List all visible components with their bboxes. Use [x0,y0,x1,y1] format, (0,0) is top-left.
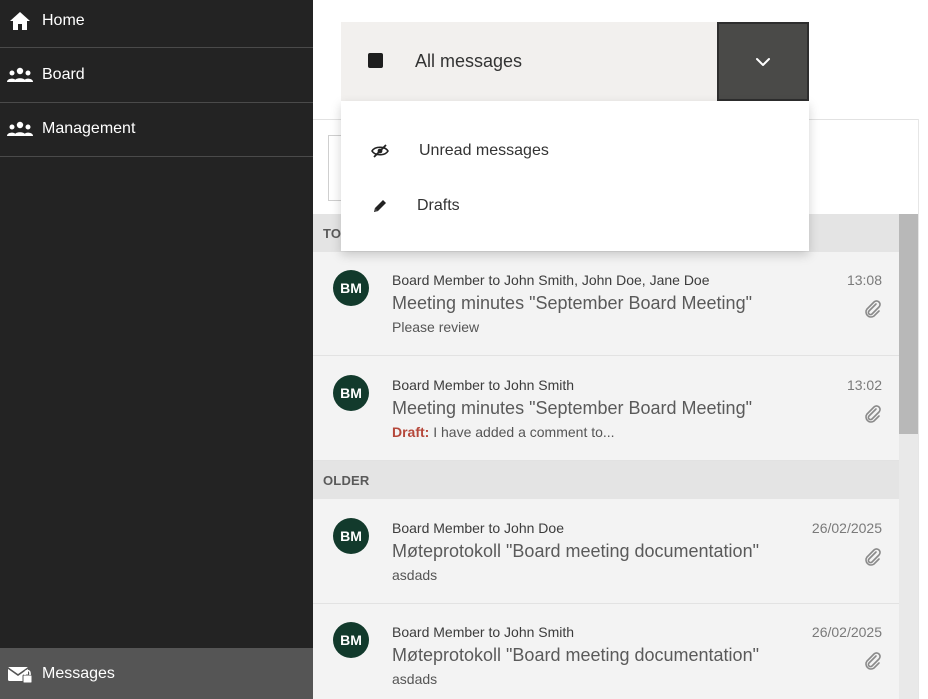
sidebar-item-label: Home [42,12,85,29]
avatar: BM [333,375,369,411]
message-recipients: Board Member to John Doe [392,520,564,536]
avatar: BM [333,518,369,554]
filter-dropdown-menu: Unread messages Drafts [341,101,809,251]
avatar: BM [333,622,369,658]
list-item[interactable]: BM Board Member to John Smith Meeting mi… [313,357,899,461]
paperclip-icon [865,548,881,566]
group-header-older: OLDER [313,461,899,499]
divider [0,156,313,157]
message-preview: Please review [392,319,479,335]
list-item[interactable]: BM Board Member to John Smith Møteprotok… [313,604,899,699]
message-time: 26/02/2025 [811,624,882,640]
message-preview: asdads [392,671,437,687]
message-preview-text: I have added a comment to... [429,424,615,440]
group-icon [7,118,33,140]
sidebar-item-label: Management [42,120,136,137]
paperclip-icon [865,405,881,423]
sidebar-item-label: Board [42,66,85,83]
home-icon [7,10,33,32]
menu-item-unread-messages[interactable]: Unread messages [341,129,809,173]
message-preview-text: asdads [392,567,438,583]
sidebar-item-label: Messages [42,664,115,682]
message-subject: Møteprotokoll "Board meeting documentati… [392,645,759,665]
message-time: 13:08 [846,272,882,288]
eye-slash-icon [371,142,389,160]
panel-edge [918,119,928,699]
pencil-icon [371,197,389,215]
group-icon [7,64,33,86]
avatar: BM [333,270,369,306]
draft-tag: Draft: [392,424,430,440]
message-subject: Meeting minutes "September Board Meeting… [392,398,752,418]
sidebar-item-management[interactable]: Management [0,102,313,156]
message-preview-text: asdads [392,671,438,687]
scrollbar-thumb[interactable] [899,214,918,434]
filter-dropdown-toggle[interactable] [717,22,809,101]
sidebar: Home Board Management Messages [0,0,313,699]
sidebar-item-board[interactable]: Board [0,48,313,102]
message-recipients: Board Member to John Smith [392,377,575,393]
list-item[interactable]: BM Board Member to John Smith, John Doe,… [313,252,899,356]
menu-item-drafts[interactable]: Drafts [341,184,809,228]
paperclip-icon [865,300,881,318]
paperclip-icon [865,652,881,670]
menu-item-label: Drafts [417,197,460,214]
mail-lock-icon [7,663,33,685]
chevron-down-icon [756,57,770,66]
message-preview: asdads [392,567,437,583]
message-preview: Draft: I have added a comment to... [392,424,615,440]
select-all-checkbox[interactable] [368,53,383,68]
message-subject: Meeting minutes "September Board Meeting… [392,293,752,313]
message-preview-text: Please review [392,319,480,335]
message-time: 26/02/2025 [811,520,882,536]
list-item[interactable]: BM Board Member to John Doe Møteprotokol… [313,500,899,604]
filter-selected-label: All messages [415,51,523,71]
message-time: 13:02 [846,377,882,393]
message-subject: Møteprotokoll "Board meeting documentati… [392,541,759,561]
message-recipients: Board Member to John Smith, John Doe, Ja… [392,272,710,288]
sidebar-item-messages[interactable]: Messages [0,648,313,699]
sidebar-item-home[interactable]: Home [0,0,313,48]
message-recipients: Board Member to John Smith [392,624,575,640]
menu-item-label: Unread messages [419,142,549,159]
